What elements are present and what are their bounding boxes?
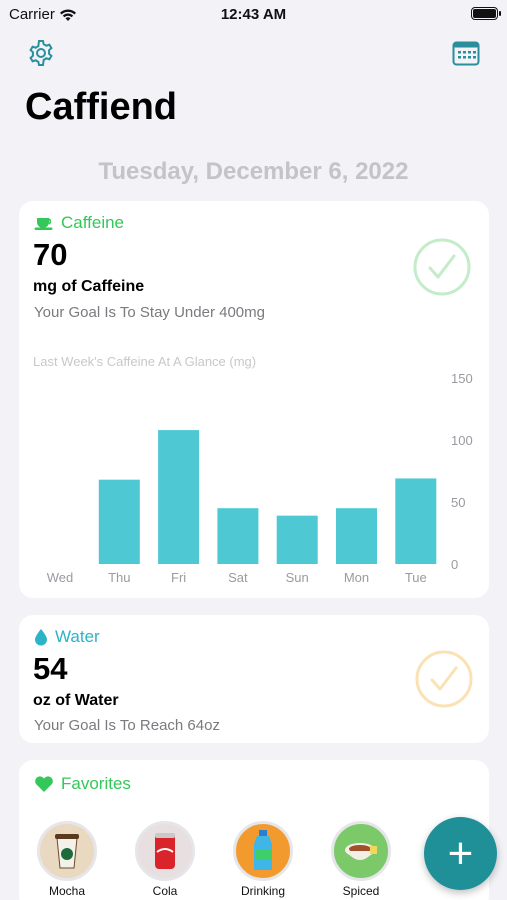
x-tick-label: Thu bbox=[108, 570, 130, 585]
x-tick-label: Mon bbox=[344, 570, 369, 585]
x-tick-label: Tue bbox=[405, 570, 427, 585]
y-tick-label: 150 bbox=[451, 371, 473, 386]
caffeine-label: Caffeine bbox=[61, 213, 125, 232]
favorite-item-drinking[interactable]: Drinking bbox=[229, 821, 297, 898]
favorite-label: Spiced bbox=[342, 884, 380, 898]
bar-sat bbox=[217, 508, 259, 564]
caffeine-check-icon bbox=[413, 238, 471, 296]
favorite-item-cola[interactable]: Cola bbox=[131, 821, 199, 898]
favorites-header: Favorites bbox=[34, 774, 131, 794]
bar-mon bbox=[336, 508, 377, 564]
water-card[interactable]: Water 54 oz of Water Your Goal Is To Rea… bbox=[19, 615, 489, 743]
caffeine-bar-chart: 0 50 100 150 Wed Thu Fri Sat Sun Mon Tue bbox=[47, 371, 473, 585]
heart-icon bbox=[35, 776, 53, 792]
bar-thu bbox=[98, 479, 140, 564]
favorite-item-spiced[interactable]: Spiced bbox=[327, 821, 395, 898]
y-tick-label: 100 bbox=[451, 433, 473, 448]
x-tick-label: Sat bbox=[228, 570, 248, 585]
x-tick-label: Sun bbox=[286, 570, 309, 585]
date-label: Tuesday, December 6, 2022 bbox=[98, 158, 409, 185]
water-bottle-icon bbox=[233, 821, 293, 881]
caffeine-header: Caffeine bbox=[34, 213, 124, 233]
y-tick-label: 0 bbox=[451, 557, 458, 572]
plus-icon: + bbox=[447, 828, 474, 878]
gear-icon bbox=[29, 40, 53, 66]
coffee-cup-icon bbox=[37, 821, 97, 881]
x-tick-label: Wed bbox=[47, 570, 74, 585]
water-header: Water bbox=[34, 627, 100, 647]
water-label: Water bbox=[55, 627, 100, 646]
coffee-cup-icon bbox=[34, 218, 53, 230]
caffeine-goal: Your Goal Is To Stay Under 400mg bbox=[34, 304, 265, 321]
favorite-label: Mocha bbox=[48, 884, 86, 898]
favorite-item-mocha[interactable]: Mocha bbox=[33, 821, 101, 898]
caffeine-amount: 70 bbox=[33, 237, 68, 272]
calendar-icon bbox=[452, 41, 480, 66]
clock: 12:43 AM bbox=[220, 6, 287, 23]
water-amount: 54 bbox=[33, 651, 68, 686]
caffeine-card[interactable]: Caffeine 70 mg of Caffeine Your Goal Is … bbox=[19, 201, 489, 598]
favorite-label: Drinking bbox=[240, 884, 285, 898]
calendar-button[interactable] bbox=[452, 40, 480, 66]
add-drink-button[interactable]: + bbox=[424, 817, 497, 890]
y-tick-label: 50 bbox=[451, 495, 465, 510]
favorites-card: Favorites Mocha Cola Drinking Spiced bbox=[19, 760, 489, 900]
bar-tue bbox=[395, 478, 437, 564]
water-goal: Your Goal Is To Reach 64oz bbox=[34, 717, 220, 734]
battery-icon bbox=[471, 7, 501, 20]
water-check-icon bbox=[415, 650, 473, 708]
water-unit: oz of Water bbox=[33, 692, 119, 709]
favorites-label: Favorites bbox=[61, 774, 131, 793]
bar-sun bbox=[276, 515, 318, 564]
bar-fri bbox=[158, 430, 200, 564]
app-title: Caffiend bbox=[25, 86, 177, 128]
water-drop-icon bbox=[35, 629, 47, 646]
status-bar: Carrier 12:43 AM bbox=[0, 0, 507, 30]
x-tick-label: Fri bbox=[171, 570, 186, 585]
favorite-label: Cola bbox=[152, 884, 178, 898]
caffeine-unit: mg of Caffeine bbox=[33, 278, 145, 295]
soda-can-icon bbox=[135, 821, 195, 881]
settings-button[interactable] bbox=[26, 38, 56, 68]
tea-cup-icon bbox=[331, 821, 391, 881]
